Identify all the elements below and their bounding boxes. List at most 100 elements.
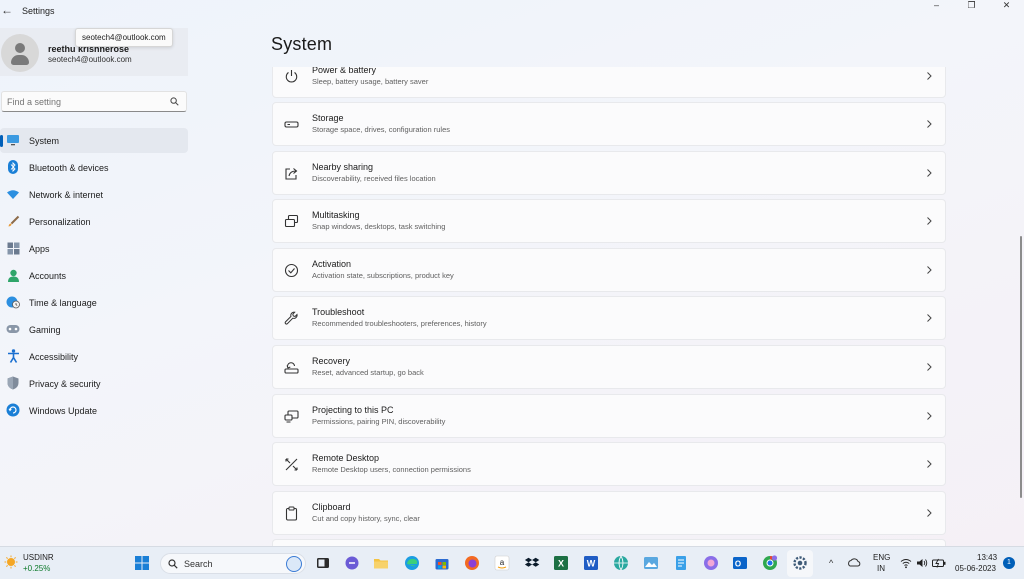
sidebar-item-personalization[interactable]: Personalization [0, 209, 188, 234]
settings-card-multitasking[interactable]: Multitasking Snap windows, desktops, tas… [272, 199, 946, 243]
search-icon [168, 559, 178, 569]
wifi-icon [6, 187, 20, 201]
chevron-right-icon [927, 509, 932, 517]
chevron-right-icon [927, 120, 932, 128]
sidebar-item-windows-update[interactable]: Windows Update [0, 398, 188, 423]
sidebar-item-label: Network & internet [29, 190, 104, 200]
sidebar-item-label: Windows Update [29, 406, 98, 416]
search-box[interactable] [1, 91, 187, 112]
sidebar-item-label: Bluetooth & devices [29, 163, 109, 173]
excel-icon[interactable]: X [553, 555, 569, 571]
chat-icon[interactable] [344, 555, 360, 571]
tray-chevron-up-icon[interactable]: ^ [829, 558, 833, 568]
outlook-icon[interactable]: O [732, 555, 748, 571]
sidebar-item-accessibility[interactable]: Accessibility [0, 344, 188, 369]
ticker-name[interactable]: USDINR [23, 553, 54, 562]
card-title: Storage [312, 113, 344, 123]
firefox-icon[interactable] [464, 555, 480, 571]
sidebar-item-system[interactable]: System [0, 128, 188, 153]
photos-app-icon[interactable] [643, 555, 659, 571]
settings-card-power-battery[interactable]: Power & battery Sleep, battery usage, ba… [272, 67, 946, 98]
chevron-right-icon [927, 363, 932, 371]
update-icon [6, 403, 20, 417]
settings-card-remote-desktop[interactable]: Remote Desktop Remote Desktop users, con… [272, 442, 946, 486]
page-title: System [271, 34, 333, 54]
sidebar-nav: System Bluetooth & devices Network & int… [0, 128, 188, 425]
sun-icon[interactable] [4, 555, 18, 569]
search-input[interactable] [7, 95, 167, 109]
settings-card-storage[interactable]: Storage Storage space, drives, configura… [272, 102, 946, 146]
multitasking-icon [284, 214, 299, 228]
taskbar: USDINR +0.25% Search a X W O ^ ENG IN 13… [0, 546, 1024, 579]
sidebar-item-time-language[interactable]: Time & language [0, 290, 188, 315]
clipboard-icon [285, 506, 298, 521]
card-subtitle: Cut and copy history, sync, clear [312, 514, 420, 523]
card-subtitle: Storage space, drives, configuration rul… [312, 125, 450, 134]
svg-text:a: a [500, 558, 505, 567]
back-button[interactable]: ← [0, 3, 14, 17]
search-icon[interactable] [170, 97, 179, 106]
windows-start-icon[interactable] [134, 555, 150, 571]
recovery-icon [284, 362, 299, 374]
ticker-change[interactable]: +0.25% [23, 564, 50, 573]
scrollbar[interactable] [1020, 236, 1022, 498]
maximize-button[interactable]: ❐ [954, 0, 989, 12]
notification-badge[interactable]: 1 [1003, 557, 1015, 569]
card-subtitle: Sleep, battery usage, battery saver [312, 77, 429, 86]
wifi-icon[interactable] [900, 557, 912, 569]
settings-gear-icon[interactable] [792, 555, 808, 571]
svg-text:O: O [735, 560, 741, 569]
cloud-sync-icon[interactable] [847, 556, 861, 570]
sidebar-item-bluetooth[interactable]: Bluetooth & devices [0, 155, 188, 180]
globe-app-icon[interactable] [613, 555, 629, 571]
settings-card-projecting[interactable]: Projecting to this PC Permissions, pairi… [272, 394, 946, 438]
close-button[interactable]: ✕ [989, 0, 1024, 12]
sidebar-item-privacy-security[interactable]: Privacy & security [0, 371, 188, 396]
task-view-icon[interactable] [315, 555, 331, 571]
projecting-icon [284, 410, 299, 423]
card-title: Clipboard [312, 502, 351, 512]
settings-card-recovery[interactable]: Recovery Reset, advanced startup, go bac… [272, 345, 946, 389]
battery-icon[interactable] [932, 557, 946, 569]
sidebar-item-accounts[interactable]: Accounts [0, 263, 188, 288]
amazon-icon[interactable]: a [494, 555, 510, 571]
settings-card-activation[interactable]: Activation Activation state, subscriptio… [272, 248, 946, 292]
minimize-button[interactable]: – [919, 0, 954, 12]
svg-text:X: X [558, 559, 564, 569]
settings-card-troubleshoot[interactable]: Troubleshoot Recommended troubleshooters… [272, 296, 946, 340]
bing-icon[interactable] [286, 556, 302, 572]
language-indicator[interactable]: ENG [873, 553, 890, 562]
sidebar-item-network[interactable]: Network & internet [0, 182, 188, 207]
file-explorer-icon[interactable] [373, 555, 389, 571]
chevron-right-icon [927, 460, 932, 468]
volume-icon[interactable] [916, 557, 928, 569]
taskbar-search[interactable]: Search [160, 553, 306, 574]
chrome-icon[interactable] [762, 555, 778, 571]
clock-time[interactable]: 13:43 [977, 553, 997, 562]
share-icon [285, 168, 298, 180]
power-icon [285, 70, 298, 83]
settings-card-clipboard[interactable]: Clipboard Cut and copy history, sync, cl… [272, 491, 946, 535]
word-icon[interactable]: W [583, 555, 599, 571]
monitor-icon [6, 133, 20, 147]
clock-date[interactable]: 05-06-2023 [955, 564, 996, 573]
sidebar-item-gaming[interactable]: Gaming [0, 317, 188, 342]
shield-icon [6, 376, 20, 390]
notepad-icon[interactable] [673, 555, 689, 571]
window-controls: – ❐ ✕ [919, 0, 1024, 12]
dropbox-icon[interactable] [524, 555, 540, 571]
language-region[interactable]: IN [877, 564, 885, 573]
sidebar-item-apps[interactable]: Apps [0, 236, 188, 261]
user-email: seotech4@outlook.com [48, 55, 132, 64]
card-title: Recovery [312, 356, 351, 366]
wrench-icon [284, 311, 298, 325]
edge-icon[interactable] [404, 555, 420, 571]
copilot-app-icon[interactable] [703, 555, 719, 571]
card-subtitle: Permissions, pairing PIN, discoverabilit… [312, 417, 446, 426]
app-title: Settings [22, 6, 55, 16]
card-title: Activation [312, 259, 352, 269]
store-icon[interactable] [434, 555, 450, 571]
globe-clock-icon [6, 295, 20, 309]
avatar[interactable] [1, 34, 39, 72]
settings-card-nearby-sharing[interactable]: Nearby sharing Discoverability, received… [272, 151, 946, 195]
